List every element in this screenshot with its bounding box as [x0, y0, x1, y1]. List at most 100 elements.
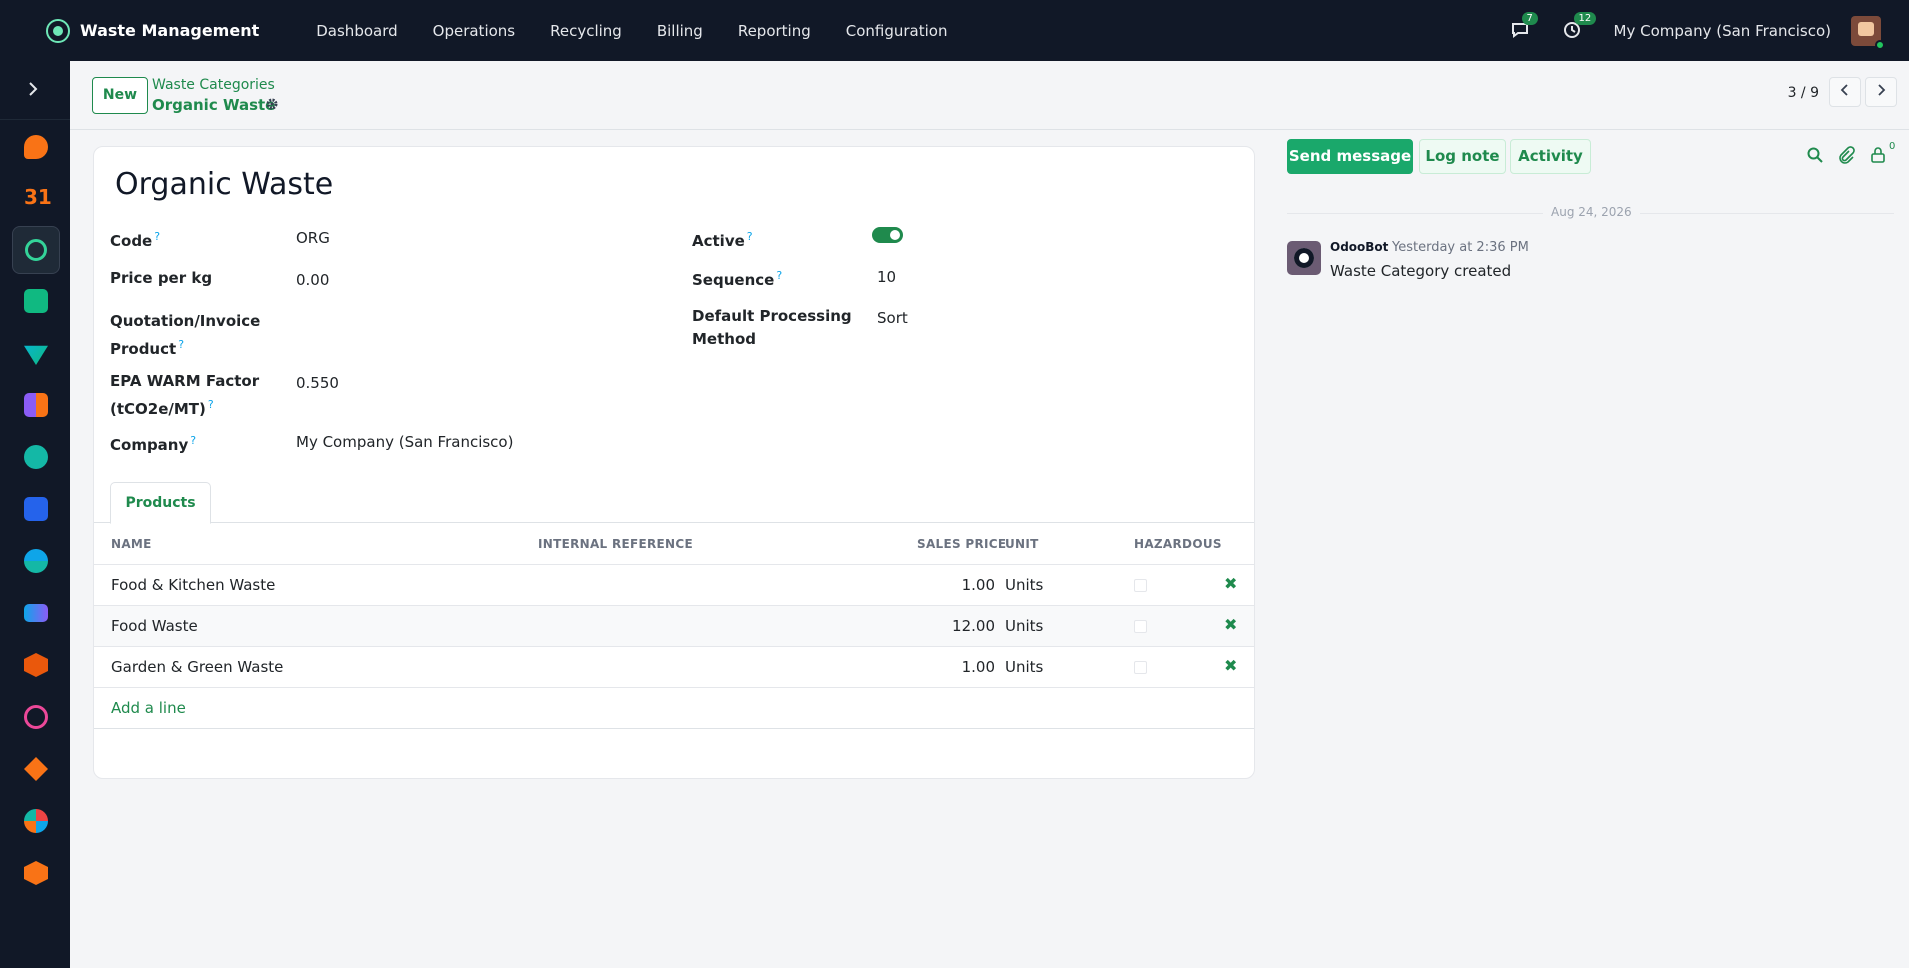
breadcrumb-parent[interactable]: Waste Categories [152, 77, 275, 93]
company-field[interactable]: My Company (San Francisco) [296, 433, 513, 451]
product-name[interactable]: Food & Kitchen Waste [111, 576, 275, 594]
user-avatar[interactable] [1851, 15, 1885, 50]
messages-button[interactable]: 7 [1510, 11, 1538, 42]
website-app-icon[interactable] [24, 549, 48, 573]
planning-app-icon[interactable] [24, 809, 48, 833]
online-status-dot [1875, 39, 1885, 50]
table-bottom-border [94, 728, 1254, 729]
code-field[interactable]: ORG [296, 229, 330, 247]
delete-row-icon[interactable]: ✖ [1224, 615, 1237, 634]
chevron-right-icon [1878, 84, 1886, 96]
quotation-invoice-product-field[interactable] [296, 314, 636, 336]
default-processing-method-field[interactable]: Sort [877, 309, 908, 327]
new-button[interactable]: New [92, 77, 148, 114]
odoobot-avatar[interactable] [1287, 241, 1321, 275]
hazardous-checkbox[interactable] [1134, 661, 1147, 674]
default-processing-method-label: Default Processing Method [692, 307, 852, 348]
help-icon: ? [207, 398, 214, 411]
company-label: Company? [110, 434, 197, 454]
product-unit[interactable]: Units [1005, 658, 1043, 676]
tab-products[interactable]: Products [110, 482, 211, 524]
pager-next-button[interactable] [1865, 77, 1897, 107]
column-header-internal-reference[interactable]: INTERNAL REFERENCE [538, 537, 693, 551]
menu-billing[interactable]: Billing [657, 22, 703, 40]
epa-warm-factor-field[interactable]: 0.550 [296, 374, 339, 392]
delete-row-icon[interactable]: ✖ [1224, 574, 1237, 593]
active-toggle[interactable] [872, 227, 903, 243]
message-author[interactable]: OdooBot [1330, 240, 1388, 254]
log-note-button[interactable]: Log note [1419, 139, 1506, 174]
discuss-app-icon[interactable] [24, 135, 48, 159]
column-header-hazardous[interactable]: HAZARDOUS [1134, 537, 1222, 551]
follow-lock-icon[interactable]: 0 [1869, 141, 1895, 166]
table-row[interactable]: Food & Kitchen Waste 1.00 Units ✖ [94, 564, 1254, 605]
record-title[interactable]: Organic Waste [115, 167, 333, 202]
help-icon: ? [776, 269, 783, 282]
add-a-line-link[interactable]: Add a line [111, 699, 186, 717]
pager-value[interactable]: 3 / 9 [1788, 85, 1819, 101]
notebook-tabs: Products [94, 482, 1254, 524]
form-sheet: Organic Waste Code? ORG Price per kg 0.0… [93, 146, 1255, 779]
help-icon: ? [746, 230, 753, 243]
waste-management-app-icon[interactable] [12, 226, 60, 274]
column-header-unit[interactable]: UNIT [1005, 537, 1039, 551]
help-icon: ? [190, 434, 197, 447]
top-navbar: Waste Management Dashboard Operations Re… [0, 0, 1909, 61]
pager-previous-button[interactable] [1829, 77, 1861, 107]
sequence-field[interactable]: 10 [877, 268, 896, 286]
control-panel: New Waste Categories Organic Waste 3 / 9 [70, 61, 1909, 130]
sales-app-icon[interactable] [24, 497, 48, 521]
contacts-app-icon[interactable] [24, 289, 48, 313]
product-name[interactable]: Garden & Green Waste [111, 658, 283, 676]
menu-recycling[interactable]: Recycling [550, 22, 622, 40]
menu-configuration[interactable]: Configuration [846, 22, 948, 40]
sidebar-expand-chevron-icon[interactable] [26, 81, 40, 101]
message-body: Waste Category created [1330, 262, 1512, 280]
menu-dashboard[interactable]: Dashboard [316, 22, 397, 40]
app-brand[interactable]: Waste Management [46, 18, 260, 43]
chevron-left-icon [1840, 84, 1848, 96]
search-icon[interactable] [1806, 146, 1826, 166]
price-per-kg-field[interactable]: 0.00 [296, 271, 329, 289]
product-name[interactable]: Food Waste [111, 617, 198, 635]
inventory-app-icon[interactable] [24, 653, 48, 677]
fleet-app-icon[interactable] [24, 705, 48, 729]
project-app-icon[interactable] [24, 604, 48, 622]
app-name: Waste Management [80, 21, 260, 40]
hazardous-checkbox[interactable] [1134, 620, 1147, 633]
gear-icon[interactable] [265, 97, 279, 115]
main-menu: Dashboard Operations Recycling Billing R… [316, 22, 982, 40]
dashboards-app-icon[interactable] [24, 393, 48, 417]
product-sales-price[interactable]: 1.00 [894, 576, 995, 594]
message-time: Yesterday at 2:36 PM [1392, 240, 1529, 255]
help-icon: ? [178, 338, 185, 351]
menu-operations[interactable]: Operations [433, 22, 515, 40]
activities-badge: 12 [1573, 11, 1597, 25]
menu-reporting[interactable]: Reporting [738, 22, 811, 40]
delete-row-icon[interactable]: ✖ [1224, 656, 1237, 675]
paperclip-icon[interactable] [1837, 146, 1857, 166]
price-per-kg-label: Price per kg [110, 269, 213, 287]
send-message-button[interactable]: Send message [1287, 139, 1413, 174]
apps-app-icon[interactable] [24, 861, 48, 885]
product-sales-price[interactable]: 12.00 [894, 617, 995, 635]
calendar-app-icon[interactable]: 31 [24, 185, 52, 209]
product-unit[interactable]: Units [1005, 617, 1043, 635]
activity-button[interactable]: Activity [1510, 139, 1591, 174]
sign-app-icon[interactable] [24, 757, 48, 781]
product-sales-price[interactable]: 1.00 [894, 658, 995, 676]
hazardous-checkbox[interactable] [1134, 579, 1147, 592]
product-unit[interactable]: Units [1005, 576, 1043, 594]
crm-app-icon[interactable] [24, 345, 48, 365]
activities-button[interactable]: 12 [1562, 11, 1597, 42]
help-icon: ? [154, 230, 161, 243]
column-header-sales-price[interactable]: SALES PRICE [917, 537, 1006, 551]
systray: 7 12 My Company (San Francisco) [1510, 0, 1909, 61]
table-row[interactable]: Garden & Green Waste 1.00 Units ✖ [94, 646, 1254, 687]
code-label: Code? [110, 230, 161, 250]
company-switcher[interactable]: My Company (San Francisco) [1614, 22, 1831, 40]
column-header-name[interactable]: NAME [111, 537, 152, 551]
table-row[interactable]: Food Waste 12.00 Units ✖ [94, 605, 1254, 646]
messages-badge: 7 [1521, 11, 1538, 25]
helpdesk-app-icon[interactable] [24, 445, 48, 469]
